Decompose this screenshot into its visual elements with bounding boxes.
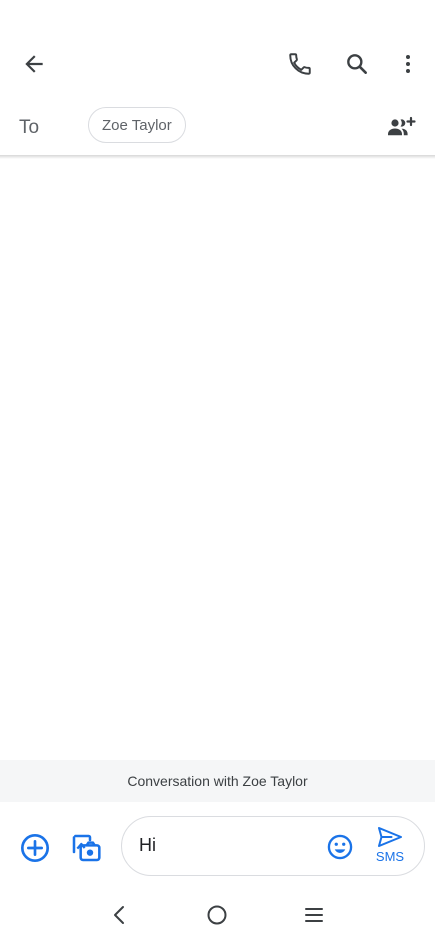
arrow-back-icon: [25, 55, 43, 73]
to-label: To: [19, 117, 40, 138]
message-compose-box[interactable]: SMS: [121, 816, 425, 876]
nav-home-icon: [207, 905, 227, 925]
recipient-row: To Zoe Taylor: [0, 100, 435, 156]
message-list[interactable]: [0, 159, 435, 760]
conversation-banner-text: Conversation with Zoe Taylor: [127, 773, 308, 789]
search-button[interactable]: [335, 42, 379, 86]
conversation-banner: Conversation with Zoe Taylor: [0, 760, 435, 802]
app-bar: [0, 0, 435, 100]
gallery-camera-icon: [72, 834, 101, 862]
back-button[interactable]: [12, 42, 56, 86]
add-circle-icon: [21, 834, 49, 862]
gallery-button[interactable]: [64, 826, 108, 870]
emoji-button[interactable]: [318, 825, 362, 869]
more-vert-icon: [406, 55, 410, 73]
nav-recents-button[interactable]: [292, 893, 336, 937]
send-sms-button[interactable]: SMS: [366, 825, 414, 869]
nav-back-button[interactable]: [98, 893, 142, 937]
nav-back-icon: [114, 906, 124, 924]
send-icon: [378, 827, 402, 847]
add-people-button[interactable]: [379, 105, 423, 149]
message-input[interactable]: [139, 835, 309, 856]
phone-icon: [289, 53, 311, 75]
system-nav-bar: [0, 888, 435, 944]
add-people-icon: [388, 116, 416, 136]
recipient-chip-name: Zoe Taylor: [102, 116, 172, 134]
attach-button[interactable]: [13, 826, 57, 870]
nav-recents-icon: [305, 908, 323, 922]
more-options-button[interactable]: [386, 42, 430, 86]
recipient-chip[interactable]: Zoe Taylor: [88, 107, 186, 143]
send-sms-label: SMS: [375, 849, 405, 864]
search-icon: [347, 54, 367, 74]
call-button[interactable]: [278, 42, 322, 86]
emoji-icon: [327, 834, 353, 860]
nav-home-button[interactable]: [195, 893, 239, 937]
compose-bar: SMS: [0, 802, 435, 888]
